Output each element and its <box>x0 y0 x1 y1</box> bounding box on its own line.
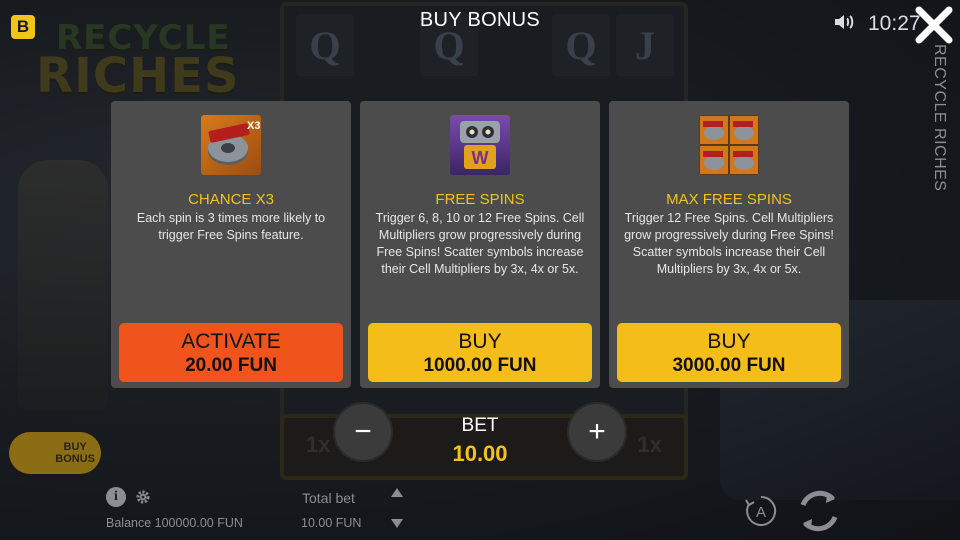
activate-price: 20.00 FUN <box>185 355 277 376</box>
x3-badge: X3 <box>247 120 260 132</box>
buy-free-spins-button[interactable]: BUY 1000.00 FUN <box>368 323 592 382</box>
close-icon[interactable] <box>913 4 955 46</box>
total-bet-up-arrow-icon[interactable] <box>391 488 403 497</box>
buy-label: BUY <box>707 330 751 353</box>
buy-price: 3000.00 FUN <box>672 355 786 376</box>
buy-max-free-spins-button[interactable]: BUY 3000.00 FUN <box>617 323 841 382</box>
buy-bonus-label: BUY BONUS <box>55 441 95 465</box>
brand-logo: B <box>11 15 35 39</box>
card-title: CHANCE X3 <box>188 191 274 208</box>
info-icon[interactable]: i <box>106 487 126 507</box>
four-scatters-icon <box>699 115 759 175</box>
spin-icon[interactable] <box>793 485 845 537</box>
wild-letter: W <box>472 148 489 168</box>
bet-label: BET <box>461 415 499 436</box>
scatter-x3-icon: X3 <box>201 115 261 175</box>
balance-readout: Balance 100000.00 FUN <box>106 516 243 530</box>
buy-label: BUY <box>458 330 502 353</box>
gear-icon[interactable] <box>135 489 151 505</box>
buy-bonus-line-2: BONUS <box>55 453 95 465</box>
autoplay-icon[interactable]: A <box>744 494 778 528</box>
card-title: FREE SPINS <box>435 191 525 208</box>
autoplay-letter: A <box>756 504 766 521</box>
card-title: MAX FREE SPINS <box>666 191 792 208</box>
total-bet-down-arrow-icon[interactable] <box>391 519 403 528</box>
card-description: Each spin is 3 times more likely to trig… <box>136 211 326 242</box>
buy-price: 1000.00 FUN <box>423 355 537 376</box>
buy-bonus-line-1: BUY <box>63 441 87 453</box>
card-description: Trigger 12 Free Spins. Cell Multipliers … <box>624 211 834 276</box>
bonus-card-max-free-spins: MAX FREE SPINS Trigger 12 Free Spins. Ce… <box>609 101 849 388</box>
activate-label: ACTIVATE <box>181 330 281 353</box>
bet-value: 10.00 <box>452 441 508 466</box>
robot-wild-icon: W <box>450 115 510 175</box>
speaker-icon[interactable] <box>832 10 856 34</box>
buy-bonus-button[interactable]: BUY BONUS <box>9 432 101 474</box>
dialog-title: BUY BONUS <box>419 9 541 31</box>
activate-button[interactable]: ACTIVATE 20.00 FUN <box>119 323 343 382</box>
card-description: Trigger 6, 8, 10 or 12 Free Spins. Cell … <box>375 211 585 276</box>
decrease-bet-button[interactable]: − <box>333 402 393 462</box>
increase-bet-button[interactable]: + <box>567 402 627 462</box>
bonus-card-chance-x3: X3 CHANCE X3 Each spin is 3 times more l… <box>111 101 351 388</box>
total-bet-value: 10.00 FUN <box>301 516 362 530</box>
bonus-card-free-spins: W FREE SPINS Trigger 6, 8, 10 or 12 Free… <box>360 101 600 388</box>
total-bet-label: Total bet <box>302 490 355 506</box>
minus-icon: − <box>354 415 372 448</box>
plus-icon: + <box>588 415 606 448</box>
game-title-vertical: RECYCLE RICHES <box>931 44 948 192</box>
